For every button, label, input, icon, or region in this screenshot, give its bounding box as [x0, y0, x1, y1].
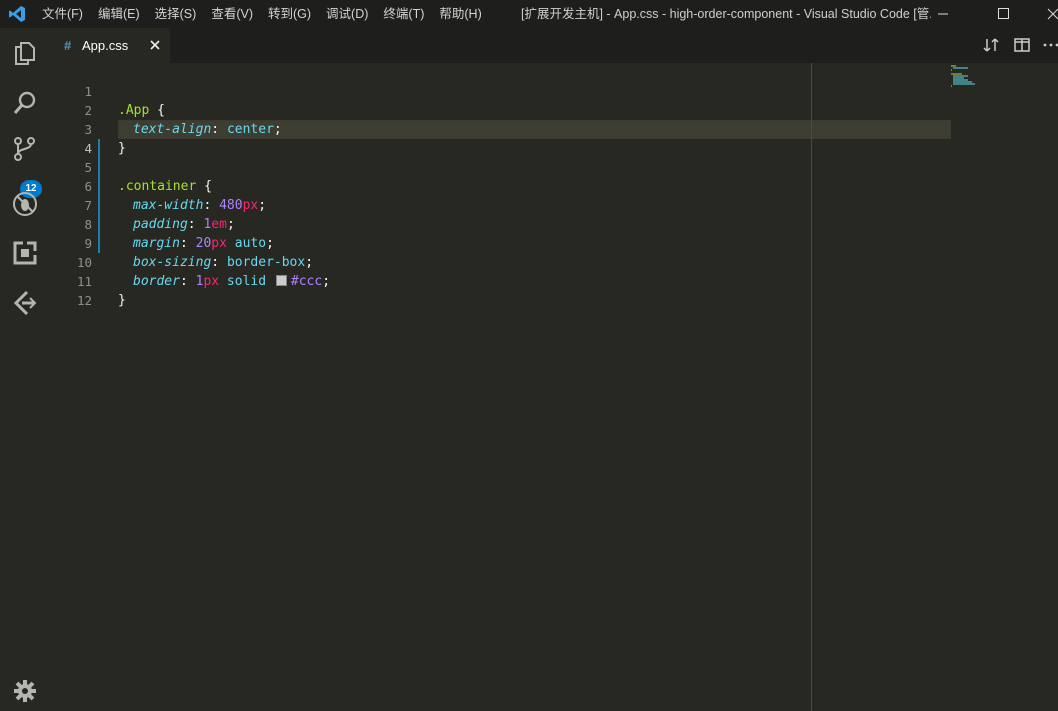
code-line: 6 max-width: 480px;	[50, 158, 950, 213]
debug-icon[interactable]	[12, 191, 38, 217]
split-editor-icon[interactable]	[1013, 36, 1031, 54]
close-window-icon[interactable]	[1030, 0, 1058, 28]
code-line: 9 box-sizing: border-box;	[50, 215, 950, 270]
extensions-icon[interactable]	[12, 240, 38, 266]
tab-bar: # App.css	[50, 28, 1058, 63]
maximize-icon[interactable]	[980, 0, 1026, 28]
tab-label: App.css	[82, 38, 129, 53]
title-bar: 文件(F) 编辑(E) 选择(S) 查看(V) 转到(G) 调试(D) 终端(T…	[0, 0, 1058, 28]
menu-terminal[interactable]: 终端(T)	[383, 0, 424, 28]
code-line: 10 border: 1px solid #ccc;	[50, 234, 950, 289]
vscode-logo-icon[interactable]	[8, 5, 26, 23]
minimize-icon[interactable]	[920, 0, 966, 28]
menu-help[interactable]: 帮助(H)	[439, 0, 481, 28]
menu-bar: 文件(F) 编辑(E) 选择(S) 查看(V) 转到(G) 调试(D) 终端(T…	[42, 0, 497, 28]
code-line: 3 }	[50, 101, 950, 156]
code-line: 11 }	[50, 253, 950, 308]
code-line: 12	[50, 272, 950, 308]
more-actions-icon[interactable]	[1042, 36, 1058, 54]
code-line: 2 text-align: center;	[50, 82, 950, 137]
code-line: 7 padding: 1em;	[50, 177, 950, 232]
close-icon[interactable]	[148, 38, 162, 52]
menu-go[interactable]: 转到(G)	[268, 0, 311, 28]
code-line: 8 margin: 20px auto;	[50, 196, 950, 251]
window-title: [扩展开发主机] - App.css - high-order-componen…	[521, 7, 931, 21]
tab-app-css[interactable]: # App.css	[50, 28, 170, 63]
leetcode-icon[interactable]	[12, 290, 38, 316]
source-control-icon[interactable]	[12, 136, 38, 162]
gear-icon[interactable]	[12, 678, 38, 704]
css-file-icon: #	[64, 38, 72, 53]
files-icon[interactable]	[12, 40, 38, 66]
code-line: 4	[50, 120, 950, 156]
brace: }	[118, 293, 126, 308]
menu-selection[interactable]: 选择(S)	[155, 0, 197, 28]
search-icon[interactable]	[12, 90, 38, 116]
code-line: 1 .App {	[50, 63, 950, 118]
line-number: 12	[76, 293, 92, 308]
code-editor[interactable]: 1 .App { 2 text-align: center; 3 } 4 5 .…	[50, 63, 1058, 711]
open-changes-icon[interactable]	[982, 36, 1000, 54]
menu-edit[interactable]: 编辑(E)	[98, 0, 140, 28]
menu-debug[interactable]: 调试(D)	[326, 0, 368, 28]
minimap[interactable]	[950, 63, 1010, 103]
activity-bar: 12	[0, 28, 50, 711]
menu-view[interactable]: 查看(V)	[211, 0, 253, 28]
code-line: 5 .container {	[50, 139, 950, 194]
menu-file[interactable]: 文件(F)	[42, 0, 83, 28]
